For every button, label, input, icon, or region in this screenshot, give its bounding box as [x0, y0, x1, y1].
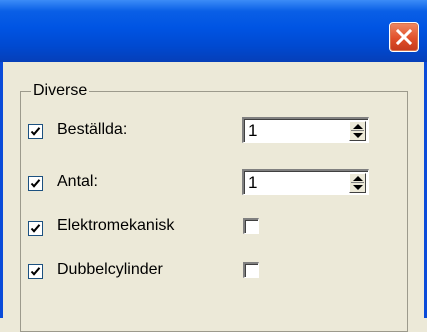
dubbelcylinder-label: Dubbelcylinder	[57, 261, 163, 278]
spin-divider	[351, 182, 364, 183]
window-frame-left	[0, 62, 3, 318]
antal-spin-buttons[interactable]	[349, 173, 366, 193]
spin-down-icon[interactable]	[353, 133, 363, 138]
antal-spinner[interactable]: 1	[242, 169, 369, 195]
group-legend: Diverse	[33, 82, 88, 99]
checkmark-icon	[30, 127, 41, 136]
bestallda-value[interactable]: 1	[248, 120, 257, 142]
checkmark-icon	[30, 267, 41, 276]
bestallda-checkbox[interactable]	[28, 124, 43, 139]
antal-value[interactable]: 1	[248, 172, 257, 194]
dubbelcylinder-value-checkbox[interactable]	[243, 262, 259, 278]
spin-down-icon[interactable]	[353, 185, 363, 190]
close-button[interactable]	[389, 22, 419, 52]
spin-divider	[351, 130, 364, 131]
elektromekanisk-label: Elektromekanisk	[57, 217, 175, 234]
bestallda-label: Beställda:	[57, 121, 128, 138]
antal-checkbox[interactable]	[28, 176, 43, 191]
dubbelcylinder-checkbox[interactable]	[28, 264, 43, 279]
elektromekanisk-checkbox[interactable]	[28, 221, 43, 236]
bestallda-spinner[interactable]: 1	[242, 117, 369, 143]
spin-up-icon[interactable]	[353, 176, 363, 181]
checkmark-icon	[30, 179, 41, 188]
spin-up-icon[interactable]	[353, 124, 363, 129]
bestallda-spin-buttons[interactable]	[349, 121, 366, 141]
close-x-icon	[396, 29, 412, 45]
title-bar	[0, 0, 427, 62]
checkmark-icon	[30, 224, 41, 233]
antal-label: Antal:	[57, 173, 98, 190]
elektromekanisk-value-checkbox[interactable]	[243, 218, 259, 234]
